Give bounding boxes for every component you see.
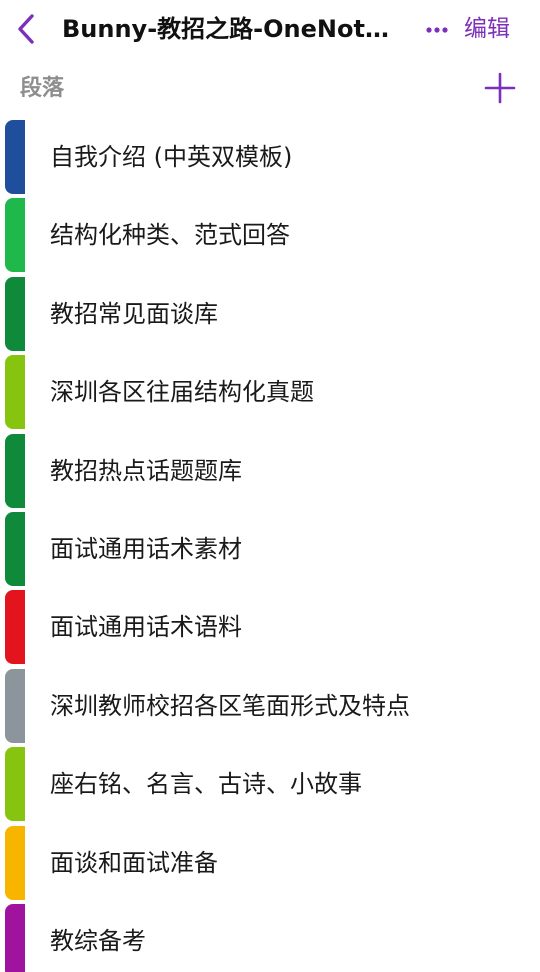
section-item[interactable]: 面谈和面试准备 <box>0 824 540 902</box>
onenote-sections-screen: Bunny-教招之路-OneNote... 编辑 段落 自我介绍 (中英双模板)… <box>0 0 540 972</box>
section-item-label: 自我介绍 (中英双模板) <box>50 143 293 171</box>
back-button[interactable] <box>10 10 42 48</box>
more-options-button[interactable] <box>420 14 454 46</box>
section-item-label: 教招热点话题题库 <box>50 456 242 485</box>
section-item[interactable]: 教招常见面谈库 <box>0 275 540 353</box>
sections-heading: 段落 <box>20 76 65 101</box>
section-item-label: 面谈和面试准备 <box>50 848 218 877</box>
section-item[interactable]: 面试通用话术素材 <box>0 510 540 588</box>
section-color-tab <box>5 747 25 822</box>
top-navigation-bar: Bunny-教招之路-OneNote... 编辑 <box>0 0 540 58</box>
section-color-tab <box>5 903 25 972</box>
section-item[interactable]: 座右铭、名言、古诗、小故事 <box>0 745 540 823</box>
section-item[interactable]: 自我介绍 (中英双模板) <box>0 118 540 196</box>
section-item-label: 面试通用话术素材 <box>50 534 242 563</box>
section-color-tab <box>5 668 25 743</box>
section-item-label: 座右铭、名言、古诗、小故事 <box>50 770 362 799</box>
section-item-label: 面试通用话术语料 <box>50 613 242 642</box>
plus-icon <box>484 72 516 104</box>
section-item[interactable]: 教招热点话题题库 <box>0 432 540 510</box>
section-item[interactable]: 深圳教师校招各区笔面形式及特点 <box>0 667 540 745</box>
notebook-title: Bunny-教招之路-OneNote... <box>62 15 402 43</box>
section-item-label: 结构化种类、范式回答 <box>50 221 290 250</box>
section-color-tab <box>5 511 25 586</box>
section-color-tab <box>5 355 25 430</box>
section-color-tab <box>5 433 25 508</box>
add-section-button[interactable] <box>480 68 520 108</box>
section-color-tab <box>5 590 25 665</box>
section-color-tab <box>5 276 25 351</box>
chevron-left-icon <box>18 14 34 44</box>
section-item-label: 教招常见面谈库 <box>50 299 218 328</box>
section-item-label: 深圳教师校招各区笔面形式及特点 <box>50 691 410 720</box>
section-color-tab <box>5 825 25 900</box>
ellipsis-icon <box>426 27 448 33</box>
section-color-tab <box>5 120 25 194</box>
section-item[interactable]: 深圳各区往届结构化真题 <box>0 353 540 431</box>
section-color-tab <box>5 198 25 273</box>
edit-button[interactable]: 编辑 <box>464 13 524 45</box>
section-list: 自我介绍 (中英双模板) 结构化种类、范式回答 教招常见面谈库 深圳各区往届结构… <box>0 118 540 972</box>
section-item[interactable]: 面试通用话术语料 <box>0 588 540 666</box>
section-item-label: 深圳各区往届结构化真题 <box>50 378 314 407</box>
section-item[interactable]: 结构化种类、范式回答 <box>0 196 540 274</box>
section-item[interactable]: 教综备考 <box>0 902 540 972</box>
section-item-label: 教综备考 <box>50 926 146 955</box>
